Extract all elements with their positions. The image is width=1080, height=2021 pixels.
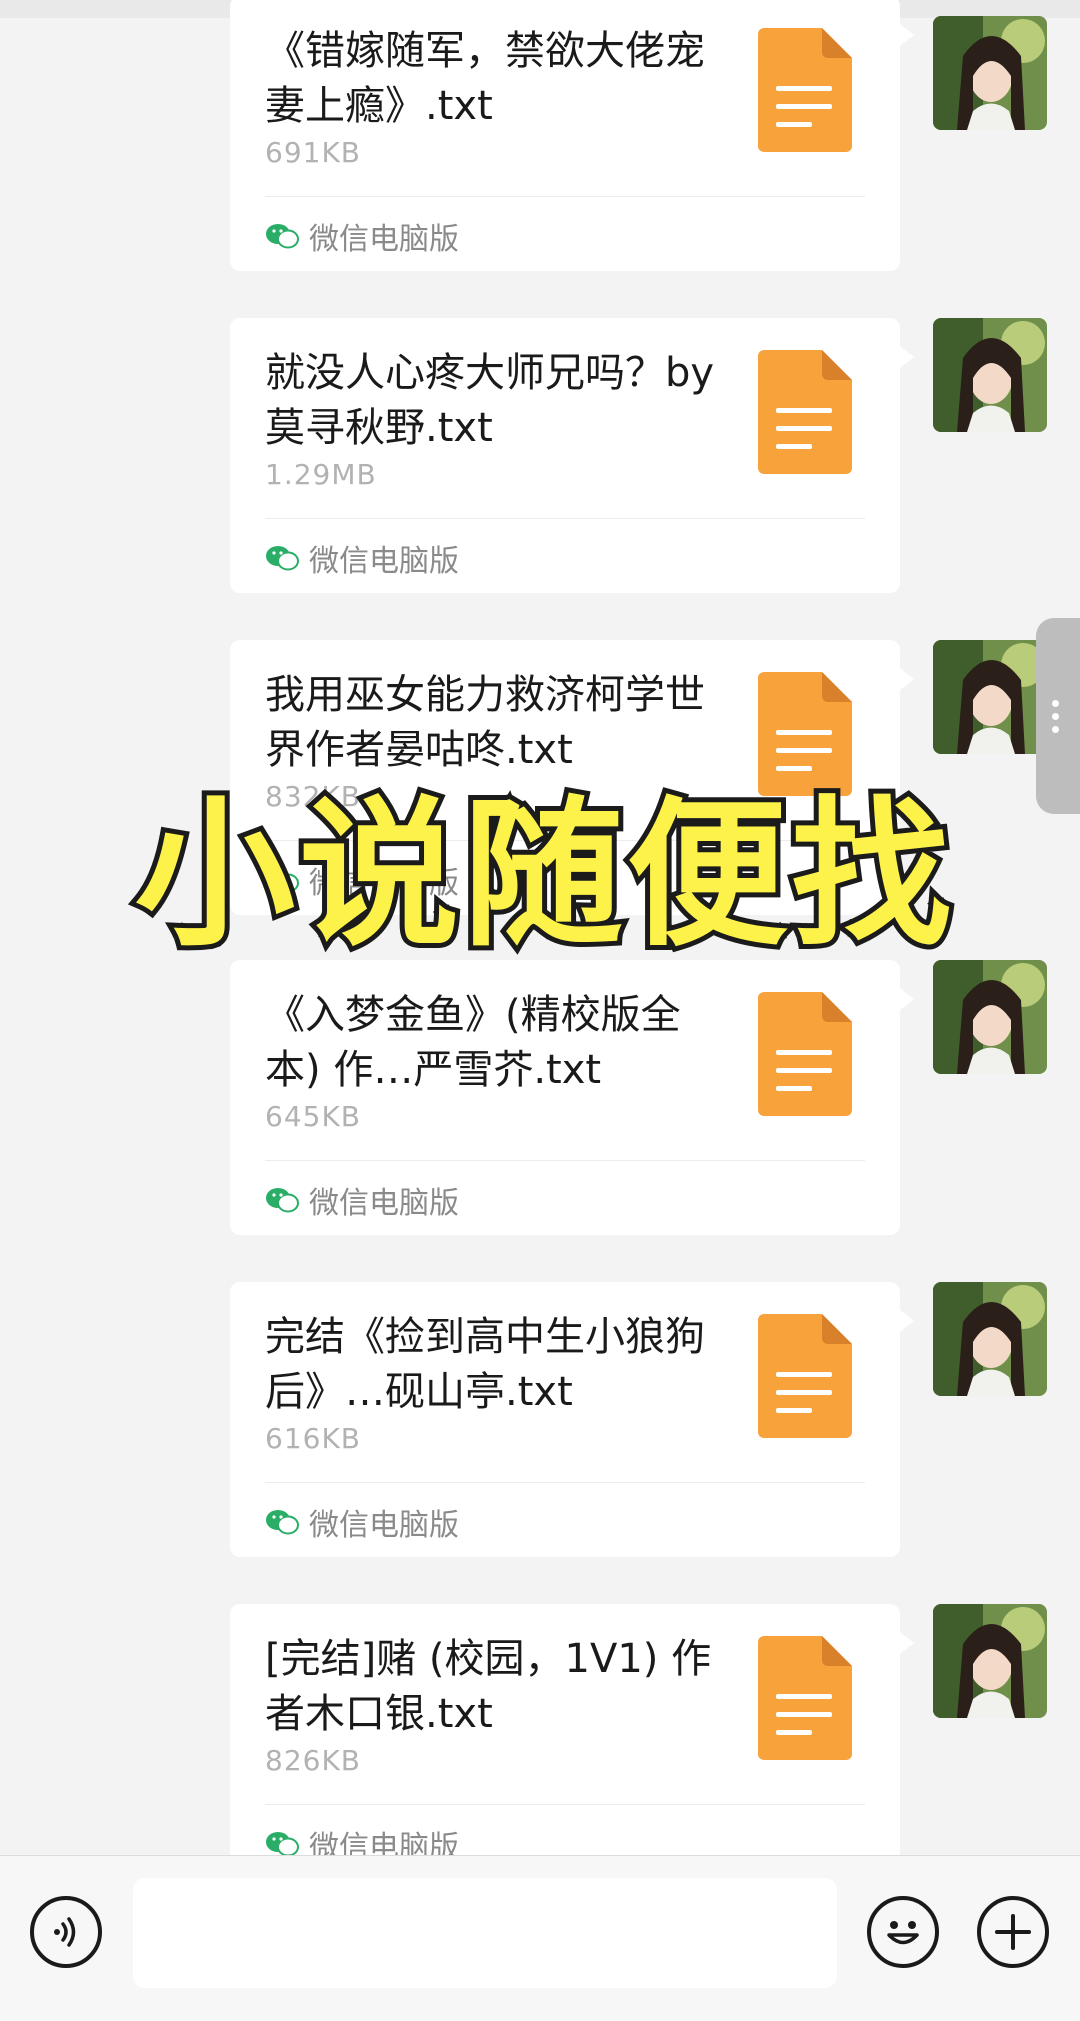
source-row: 微信电脑版 <box>265 1180 459 1221</box>
file-card[interactable]: 完结《捡到高中生小狼狗后》…砚山亭.txt 616KB 微信电脑版 <box>230 1282 914 1557</box>
card-divider <box>265 518 865 519</box>
wechat-icon <box>266 1188 299 1213</box>
file-card[interactable]: 《入梦金鱼》(精校版全本) 作…严雪芥.txt 645KB 微信电脑版 <box>230 960 914 1235</box>
card-divider <box>265 1482 865 1483</box>
wechat-icon <box>266 1510 299 1535</box>
source-label: 微信电脑版 <box>309 544 459 579</box>
source-row: 微信电脑版 <box>265 1824 459 1855</box>
voice-button[interactable] <box>30 1896 102 1968</box>
source-label: 微信电脑版 <box>309 1186 459 1221</box>
avatar[interactable] <box>933 1282 1047 1396</box>
source-label: 微信电脑版 <box>309 1830 459 1855</box>
message-input[interactable] <box>133 1878 837 1988</box>
message-row: 《入梦金鱼》(精校版全本) 作…严雪芥.txt 645KB 微信电脑版 <box>0 960 1080 1235</box>
handle-dot <box>1052 700 1059 707</box>
file-size: 1.29MB <box>265 458 377 491</box>
avatar-image <box>933 960 1047 1074</box>
file-size: 826KB <box>265 1744 362 1777</box>
avatar-image <box>933 1282 1047 1396</box>
avatar-image <box>933 318 1047 432</box>
message-row: 《错嫁随军，禁欲大佬宠妻上瘾》.txt 691KB 微信电脑版 <box>0 0 1080 271</box>
file-name: 我用巫女能力救济柯学世界作者晏咕咚.txt <box>265 672 705 773</box>
avatar-image <box>933 16 1047 130</box>
file-size: 691KB <box>265 136 362 169</box>
input-bar <box>0 1855 1080 2021</box>
avatar[interactable] <box>933 960 1047 1074</box>
document-icon <box>758 350 852 474</box>
file-name: 完结《捡到高中生小狼狗后》…砚山亭.txt <box>265 1314 705 1415</box>
file-size: 645KB <box>265 1100 362 1133</box>
source-label: 微信电脑版 <box>309 1508 459 1543</box>
file-size: 616KB <box>265 1422 362 1455</box>
chat-area[interactable]: 《错嫁随军，禁欲大佬宠妻上瘾》.txt 691KB 微信电脑版 就没人心疼大师兄… <box>0 0 1080 1855</box>
file-card[interactable]: 就没人心疼大师兄吗？by莫寻秋野.txt 1.29MB 微信电脑版 <box>230 318 914 593</box>
message-row: 就没人心疼大师兄吗？by莫寻秋野.txt 1.29MB 微信电脑版 <box>0 318 1080 593</box>
document-icon <box>758 1314 852 1438</box>
handle-dot <box>1052 713 1059 720</box>
source-label: 微信电脑版 <box>309 222 459 257</box>
avatar[interactable] <box>933 640 1047 754</box>
plus-icon <box>995 1914 1031 1950</box>
file-name: 《错嫁随军，禁欲大佬宠妻上瘾》.txt <box>265 28 705 129</box>
wechat-icon <box>266 546 299 571</box>
source-row: 微信电脑版 <box>265 538 459 579</box>
side-drag-handle[interactable] <box>1036 618 1080 814</box>
document-icon <box>758 992 852 1116</box>
handle-dot <box>1052 726 1059 733</box>
avatar-image <box>933 1604 1047 1718</box>
message-row: 完结《捡到高中生小狼狗后》…砚山亭.txt 616KB 微信电脑版 <box>0 1282 1080 1557</box>
overlay-caption: 小说随便找 <box>130 776 956 973</box>
avatar[interactable] <box>933 16 1047 130</box>
wechat-icon <box>266 1832 299 1855</box>
card-divider <box>265 1804 865 1805</box>
file-name: 就没人心疼大师兄吗？by莫寻秋野.txt <box>265 350 715 451</box>
emoji-icon <box>887 1921 919 1945</box>
file-name: [完结]赌 (校园，1V1) 作者木口银.txt <box>265 1636 712 1737</box>
message-row: [完结]赌 (校园，1V1) 作者木口银.txt 826KB 微信电脑版 <box>0 1604 1080 1855</box>
document-icon <box>758 672 852 796</box>
voice-icon <box>54 1917 76 1947</box>
avatar[interactable] <box>933 1604 1047 1718</box>
document-icon <box>758 1636 852 1760</box>
document-icon <box>758 28 852 152</box>
emoji-button[interactable] <box>867 1896 939 1968</box>
plus-button[interactable] <box>977 1896 1049 1968</box>
card-divider <box>265 1160 865 1161</box>
file-card[interactable]: [完结]赌 (校园，1V1) 作者木口银.txt 826KB 微信电脑版 <box>230 1604 914 1855</box>
avatar[interactable] <box>933 318 1047 432</box>
source-row: 微信电脑版 <box>265 1502 459 1543</box>
file-name: 《入梦金鱼》(精校版全本) 作…严雪芥.txt <box>265 992 681 1093</box>
file-card[interactable]: 《错嫁随军，禁欲大佬宠妻上瘾》.txt 691KB 微信电脑版 <box>230 0 914 271</box>
wechat-icon <box>266 224 299 249</box>
avatar-image <box>933 640 1047 754</box>
source-row: 微信电脑版 <box>265 216 459 257</box>
card-divider <box>265 196 865 197</box>
